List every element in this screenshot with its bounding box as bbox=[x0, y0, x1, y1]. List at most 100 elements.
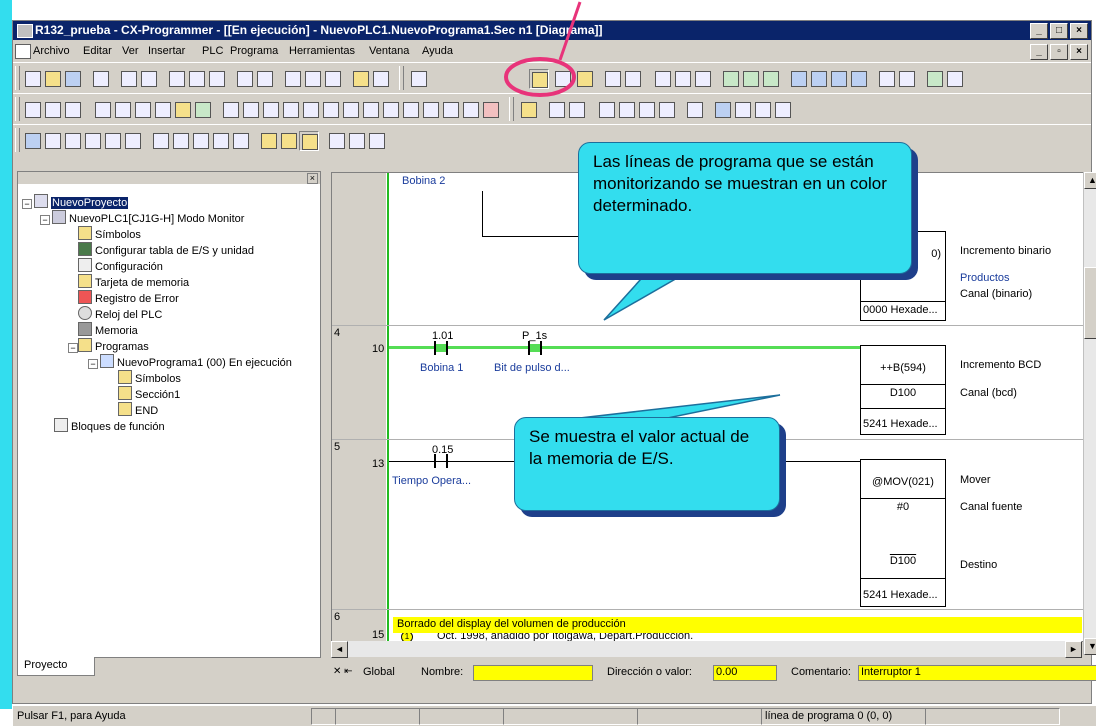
line-connect-icon[interactable] bbox=[461, 100, 479, 118]
horizontal-scrollbar[interactable]: ◄ ► bbox=[331, 641, 1082, 658]
open-folder-icon[interactable] bbox=[43, 69, 61, 87]
zoom-out-icon[interactable] bbox=[945, 69, 963, 87]
force-off-icon[interactable] bbox=[741, 69, 759, 87]
contact-no-icon[interactable] bbox=[241, 100, 259, 118]
tree-program[interactable]: NuevoPrograma1 (00) En ejecución bbox=[100, 354, 292, 370]
view-memory-icon[interactable] bbox=[171, 131, 189, 149]
toolbar-grip-2[interactable] bbox=[399, 66, 404, 90]
vertical-line-icon[interactable] bbox=[321, 100, 339, 118]
output-window-icon[interactable] bbox=[657, 100, 675, 118]
toolbar-grip-4[interactable] bbox=[509, 97, 514, 121]
toolbar-grip-5[interactable] bbox=[15, 128, 20, 152]
transfer-to-plc-icon[interactable] bbox=[653, 69, 671, 87]
paste-icon[interactable] bbox=[207, 69, 225, 87]
toolbar-grip[interactable] bbox=[15, 66, 20, 90]
properties-icon[interactable] bbox=[91, 69, 109, 87]
delete-line-icon[interactable] bbox=[481, 100, 499, 118]
tree-collapse-plc[interactable]: − bbox=[40, 215, 50, 225]
view-st-icon[interactable] bbox=[63, 131, 81, 149]
tree-item-symbols[interactable]: Símbolos bbox=[78, 226, 141, 242]
force-on-icon[interactable] bbox=[721, 69, 739, 87]
data-trace-icon[interactable] bbox=[603, 69, 621, 87]
menu-programa[interactable]: Programa bbox=[230, 41, 278, 61]
tree-section1[interactable]: Sección1 bbox=[118, 386, 180, 402]
document-icon[interactable] bbox=[15, 44, 31, 59]
simulation-icon[interactable] bbox=[877, 69, 895, 87]
function-block-incbcd[interactable]: ++B(594) D100 5241 Hexade... bbox=[860, 345, 946, 435]
grid-icon[interactable] bbox=[93, 100, 111, 118]
zoom-in-search-icon[interactable] bbox=[43, 100, 61, 118]
toolbar-grip-3[interactable] bbox=[15, 97, 20, 121]
scroll-left-button[interactable]: ◄ bbox=[331, 641, 348, 658]
compile-icon[interactable] bbox=[519, 100, 537, 118]
tree-collapse-programs[interactable]: − bbox=[68, 343, 78, 353]
monitor-toggle-icon[interactable] bbox=[529, 69, 549, 89]
contact-0-15[interactable] bbox=[434, 454, 448, 468]
tree-function-blocks[interactable]: Bloques de función bbox=[54, 418, 165, 434]
context-help-icon[interactable] bbox=[371, 69, 389, 87]
contact-p-1s[interactable] bbox=[528, 341, 542, 355]
view-symbols-icon[interactable] bbox=[103, 131, 121, 149]
horizontal-line-icon[interactable] bbox=[341, 100, 359, 118]
zoom-in-icon[interactable] bbox=[925, 69, 943, 87]
transfer-from-plc-icon[interactable] bbox=[673, 69, 691, 87]
tab-proyecto[interactable]: Proyecto bbox=[17, 657, 95, 676]
vertical-scrollbar[interactable]: ▲ ▼ bbox=[1083, 172, 1096, 655]
comment-field[interactable]: Interruptor 1 bbox=[858, 665, 1096, 681]
menu-herramientas[interactable]: Herramientas bbox=[289, 41, 355, 61]
tree-item-io-table[interactable]: Configurar tabla de E/S y unidad bbox=[78, 242, 254, 258]
rung-comment-bar[interactable]: Borrado del display del volumen de produ… bbox=[393, 617, 1082, 633]
display-hex-icon[interactable] bbox=[299, 131, 319, 151]
address-field[interactable]: 0.00 bbox=[713, 665, 777, 681]
replace-icon[interactable] bbox=[303, 69, 321, 87]
contact-or-icon[interactable] bbox=[281, 100, 299, 118]
change-value-icon[interactable] bbox=[347, 131, 365, 149]
force-cancel-icon[interactable] bbox=[761, 69, 779, 87]
io-comment-icon[interactable] bbox=[897, 69, 915, 87]
tree-item-error-log[interactable]: Registro de Error bbox=[78, 290, 179, 306]
program-check-icon[interactable] bbox=[547, 100, 565, 118]
pause-monitor-icon[interactable] bbox=[623, 69, 641, 87]
coil-nc-icon[interactable] bbox=[381, 100, 399, 118]
find-address-icon[interactable] bbox=[323, 69, 341, 87]
online-edit-send-icon[interactable] bbox=[829, 69, 847, 87]
tree-item-settings[interactable]: Configuración bbox=[78, 258, 163, 274]
scroll-right-button[interactable]: ► bbox=[1065, 641, 1082, 658]
compare-plc-icon[interactable] bbox=[693, 69, 711, 87]
maximize-button[interactable]: □ bbox=[1050, 23, 1068, 39]
monitor-mode-icon[interactable] bbox=[553, 69, 571, 87]
watch-window-icon[interactable] bbox=[173, 100, 191, 118]
tree-programs[interactable]: Programas bbox=[78, 338, 149, 354]
child-close-button[interactable]: × bbox=[1070, 44, 1088, 60]
online-edit-cancel-icon[interactable] bbox=[849, 69, 867, 87]
tree-program-symbols[interactable]: Símbolos bbox=[118, 370, 181, 386]
timer-icon[interactable] bbox=[367, 131, 385, 149]
redo-icon[interactable] bbox=[255, 69, 273, 87]
memory-view-icon[interactable] bbox=[567, 100, 585, 118]
view-mnemonic-icon[interactable] bbox=[43, 131, 61, 149]
view-clock-icon[interactable] bbox=[211, 131, 229, 149]
child-restore-button[interactable]: ▫ bbox=[1050, 44, 1068, 60]
window-tile-icon[interactable] bbox=[713, 100, 731, 118]
print-preview-icon[interactable] bbox=[139, 69, 157, 87]
function-block-mov[interactable]: @MOV(021) #0 D100 5241 Hexade... bbox=[860, 459, 946, 607]
set-value-icon[interactable] bbox=[327, 131, 345, 149]
monitor-all-icon[interactable] bbox=[153, 100, 171, 118]
tree-end[interactable]: END bbox=[118, 402, 158, 418]
menu-plc[interactable]: PLC bbox=[202, 41, 223, 61]
coil-icon[interactable] bbox=[361, 100, 379, 118]
section-icon[interactable] bbox=[685, 100, 703, 118]
contact-or-nc-icon[interactable] bbox=[301, 100, 319, 118]
child-minimize-button[interactable]: _ bbox=[1030, 44, 1048, 60]
find-icon[interactable] bbox=[283, 69, 301, 87]
name-field[interactable] bbox=[473, 665, 593, 681]
scroll-thumb[interactable] bbox=[1084, 267, 1096, 339]
tree-collapse-program[interactable]: − bbox=[88, 359, 98, 369]
menu-editar[interactable]: Editar bbox=[83, 41, 112, 61]
rung-comments-icon[interactable] bbox=[133, 100, 151, 118]
menu-archivo[interactable]: Archivo bbox=[33, 41, 70, 61]
usage-icon[interactable] bbox=[637, 100, 655, 118]
online-edit-icon[interactable] bbox=[789, 69, 807, 87]
menu-ver[interactable]: Ver bbox=[122, 41, 139, 61]
instruction-or-icon[interactable] bbox=[421, 100, 439, 118]
